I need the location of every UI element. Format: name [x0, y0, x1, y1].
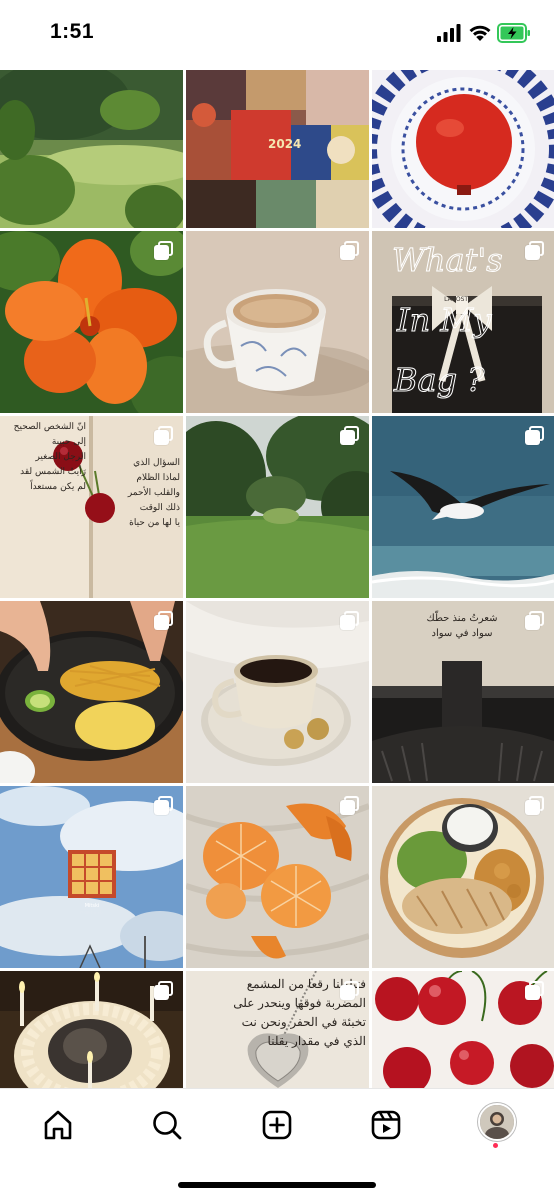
tab-search[interactable] [147, 1105, 187, 1145]
grid-post-2[interactable]: 2024 [186, 70, 369, 228]
carousel-icon [525, 981, 545, 1001]
post-image-pomegranate [372, 70, 554, 228]
bag-title-line-1: What's [392, 241, 503, 279]
carousel-icon [525, 426, 545, 446]
grid-post-15[interactable] [372, 786, 554, 968]
album-artist: Mola Emilia [81, 910, 104, 915]
home-icon [44, 1110, 72, 1140]
grid-post-1[interactable] [0, 70, 183, 228]
tab-create[interactable] [257, 1105, 297, 1145]
bag-title-line-3: Bag ? [393, 361, 485, 399]
cellular-signal-icon [437, 24, 461, 42]
typewriter-text: شعرتُ منذ حطّك سواد في سواد [426, 613, 498, 639]
grid-post-17[interactable]: فتناولنا رقعا من المشمع المضربة فوقها وين… [186, 971, 369, 1088]
grid-post-7[interactable]: انّ الشخص الصحيح إلى حبيبة الرجل الصغير رَأ… [0, 416, 183, 598]
posts-grid: 2024 LACOSTE What's In My Bag ? انّ الشخ… [0, 70, 554, 1088]
carousel-icon [525, 611, 545, 631]
tab-reels[interactable] [366, 1105, 406, 1145]
carousel-icon [340, 796, 360, 816]
grid-post-16[interactable] [0, 971, 183, 1088]
post-image-collage: 2024 [186, 70, 369, 228]
carousel-icon [340, 611, 360, 631]
grid-post-10[interactable] [0, 601, 183, 783]
collage-year-text: 2024 [268, 137, 301, 151]
tab-profile-avatar[interactable] [478, 1103, 516, 1141]
grid-post-13[interactable]: Mitski Mola Emilia [0, 786, 183, 968]
book-text-left: انّ الشخص الصحيح إلى حبيبة الرجل الصغير رَأ… [13, 422, 86, 492]
reels-icon [371, 1110, 401, 1140]
carousel-icon [340, 426, 360, 446]
grid-post-4[interactable] [0, 231, 183, 413]
grid-post-18[interactable] [372, 971, 554, 1088]
book-text-right: السؤال الذي لماذا الظلام والقلب الأحمر ذلك … [127, 458, 180, 528]
carousel-icon [154, 241, 174, 261]
bag-title-line-2: In My [396, 301, 492, 339]
grid-post-3[interactable] [372, 70, 554, 228]
status-time: 1:51 [50, 20, 95, 43]
grid-post-14[interactable] [186, 786, 369, 968]
tab-home[interactable] [38, 1105, 78, 1145]
grid-post-11[interactable] [186, 601, 369, 783]
grid-post-12[interactable]: شعرتُ منذ حطّك سواد في سواد [372, 601, 554, 783]
carousel-icon [154, 796, 174, 816]
carousel-icon [525, 796, 545, 816]
grid-post-6[interactable]: LACOSTE What's In My Bag ? [372, 231, 554, 413]
grid-post-8[interactable] [186, 416, 369, 598]
battery-charging-icon [497, 23, 530, 43]
plus-square-icon [262, 1110, 292, 1140]
post-image-park [0, 70, 183, 228]
grid-post-9[interactable] [372, 416, 554, 598]
album-title: Mitski [85, 903, 100, 909]
grid-post-5[interactable] [186, 231, 369, 413]
carousel-icon [154, 981, 174, 1001]
status-bar: 1:51 [0, 0, 554, 66]
wifi-icon [469, 25, 491, 41]
carousel-icon [154, 426, 174, 446]
profile-notification-dot [493, 1143, 498, 1148]
carousel-icon [525, 241, 545, 261]
avatar-icon [480, 1105, 514, 1139]
home-indicator [178, 1182, 376, 1188]
search-icon [153, 1111, 182, 1140]
carousel-icon [340, 981, 360, 1001]
carousel-icon [340, 241, 360, 261]
carousel-icon [154, 611, 174, 631]
